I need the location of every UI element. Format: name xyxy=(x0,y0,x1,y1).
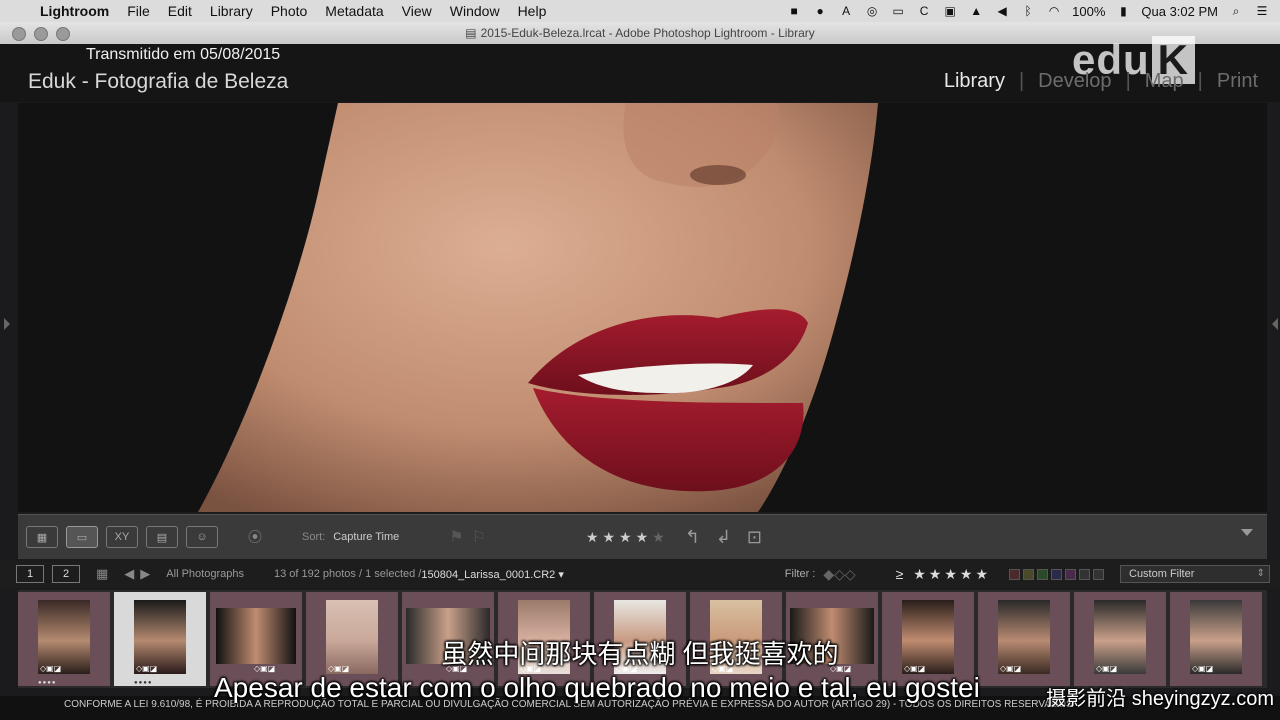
close-window-button[interactable] xyxy=(12,27,26,41)
portrait-photo xyxy=(18,103,1267,512)
sort-label: Sort: xyxy=(302,531,326,543)
sort-order-select[interactable]: Capture Time xyxy=(333,531,399,543)
volume-icon[interactable]: ◀ xyxy=(994,4,1010,18)
painter-spray-icon[interactable]: ⦿ xyxy=(248,527,262,547)
module-map[interactable]: Map xyxy=(1145,70,1184,93)
forward-arrow-icon[interactable]: ▶ xyxy=(140,566,150,582)
toolbar-menu-chevron-down-icon[interactable] xyxy=(1241,529,1253,536)
selected-filename[interactable]: 150804_Larissa_0001.CR2 ▾ xyxy=(421,568,564,581)
filter-label: Filter : xyxy=(784,568,816,580)
menu-window[interactable]: Window xyxy=(450,3,500,19)
menu-metadata[interactable]: Metadata xyxy=(325,3,383,19)
filmstrip-header: 1 2 ▦ ◀ ▶ All Photographs 13 of 192 phot… xyxy=(0,560,1280,588)
module-separator: | xyxy=(1197,70,1203,92)
wifi-icon[interactable]: ◠ xyxy=(1046,4,1062,18)
module-separator: | xyxy=(1018,70,1025,92)
identity-plate: Eduk - Fotografia de Beleza xyxy=(28,70,289,93)
rating-stars-empty: ★ xyxy=(652,528,669,545)
grid-view-button[interactable]: ▦ xyxy=(26,526,58,548)
loupe-icon: ▭ xyxy=(76,531,88,544)
window-title: 2015-Eduk-Beleza.lrcat - Adobe Photoshop… xyxy=(480,26,815,40)
primary-window-button[interactable]: 1 xyxy=(16,565,44,583)
crop-overlay-icon[interactable]: ⊡ xyxy=(747,527,762,548)
menu-photo[interactable]: Photo xyxy=(271,3,308,19)
rotate-right-icon[interactable]: ↲ xyxy=(716,527,731,548)
grid-icon: ▦ xyxy=(36,531,48,544)
spotlight-search-icon[interactable]: ⌕ xyxy=(1228,4,1244,18)
back-arrow-icon[interactable]: ◀ xyxy=(124,566,134,582)
module-develop[interactable]: Develop xyxy=(1038,70,1111,93)
bluetooth-icon[interactable]: ᛒ xyxy=(1020,4,1036,18)
rating-stars-filled: ★★★★ xyxy=(585,528,653,545)
site-watermark: 摄影前沿 sheyingzyz.com xyxy=(1046,688,1274,710)
module-library[interactable]: Library xyxy=(944,70,1005,93)
module-picker: Library | Develop | Map | Print xyxy=(944,70,1258,93)
people-view-button[interactable]: ☺ xyxy=(186,526,218,548)
rotate-left-icon[interactable]: ↰ xyxy=(685,527,700,548)
left-panel-toggle[interactable] xyxy=(4,318,10,330)
broadcast-date-overlay: Transmitido em 05/08/2015 xyxy=(86,46,281,63)
menubar-status-area: ■ ● A ◎ ▭ C ▣ ▲ ◀ ᛒ ◠ 100% ▮ Qua 3:02 PM… xyxy=(786,0,1270,22)
loupe-photo-view[interactable] xyxy=(18,103,1267,512)
minimize-window-button[interactable] xyxy=(34,27,48,41)
grid-icon[interactable]: ▦ xyxy=(96,566,108,582)
menu-view[interactable]: View xyxy=(402,3,432,19)
custom-filter-select[interactable]: Custom Filter xyxy=(1120,565,1270,583)
survey-view-button[interactable]: ▤ xyxy=(146,526,178,548)
battery-icon[interactable]: ▮ xyxy=(1115,4,1131,18)
flag-filter-icon[interactable]: ◆◇◇ xyxy=(823,566,855,583)
right-panel-toggle[interactable] xyxy=(1272,318,1278,330)
c-app-icon[interactable]: C xyxy=(916,4,932,18)
zoom-window-button[interactable] xyxy=(56,27,70,41)
battery-percent: 100% xyxy=(1072,3,1106,19)
creative-cloud-icon[interactable]: ◎ xyxy=(864,4,880,18)
screen-record-icon[interactable]: ▣ xyxy=(942,4,958,18)
menu-edit[interactable]: Edit xyxy=(168,3,192,19)
flag-pick-icon[interactable]: ⚑ xyxy=(449,527,463,547)
evernote-icon[interactable]: ● xyxy=(812,4,828,18)
compare-view-button[interactable]: XY xyxy=(106,526,138,548)
loupe-view-button[interactable]: ▭ xyxy=(66,526,98,548)
module-separator: | xyxy=(1125,70,1131,92)
library-toolbar: ▦ ▭ XY ▤ ☺ ⦿ Sort: Capture Time ⚑ ⚐ ★★★★… xyxy=(18,514,1267,559)
thumb-rating: ●●●● xyxy=(38,680,57,686)
window-controls xyxy=(12,27,70,41)
catalog-file-icon: ▤ xyxy=(465,26,477,40)
module-print[interactable]: Print xyxy=(1217,70,1258,93)
menu-library[interactable]: Library xyxy=(210,3,253,19)
rating-stars[interactable]: ★★★★★ xyxy=(586,529,669,546)
survey-icon: ▤ xyxy=(156,531,168,544)
secondary-window-button[interactable]: 2 xyxy=(52,565,80,583)
color-label-filter[interactable] xyxy=(1009,568,1104,580)
subtitle-chinese: 虽然中间那块有点糊 但我挺喜欢的 xyxy=(441,639,839,669)
rating-filter[interactable]: ≥ ★★★★★ xyxy=(896,566,991,583)
photo-count: 13 of 192 photos / 1 selected / xyxy=(273,568,422,580)
menu-help[interactable]: Help xyxy=(518,3,547,19)
menu-file[interactable]: File xyxy=(127,3,150,19)
subtitle-portuguese: Apesar de estar com o olho quebrado no m… xyxy=(214,672,980,703)
airplay-icon[interactable]: ▲ xyxy=(968,4,984,18)
menu-lightroom[interactable]: Lightroom xyxy=(40,3,109,19)
filmstrip-source[interactable]: All Photographs xyxy=(166,568,244,580)
people-icon: ☺ xyxy=(196,531,208,543)
flag-reject-icon[interactable]: ⚐ xyxy=(472,527,486,547)
compare-icon: XY xyxy=(114,531,130,543)
camera-icon[interactable]: ■ xyxy=(786,4,802,18)
notification-center-icon[interactable]: ☰ xyxy=(1254,4,1270,18)
adobe-icon[interactable]: A xyxy=(838,4,854,18)
filter-controls: Filter : ◆◇◇ ≥ ★★★★★ Custom Filter xyxy=(785,560,1270,588)
thumb-rating: ●●●● xyxy=(134,680,153,686)
menubar-clock[interactable]: Qua 3:02 PM xyxy=(1141,4,1218,19)
display-icon[interactable]: ▭ xyxy=(890,4,906,18)
macos-menubar: Lightroom File Edit Library Photo Metada… xyxy=(0,0,1280,22)
